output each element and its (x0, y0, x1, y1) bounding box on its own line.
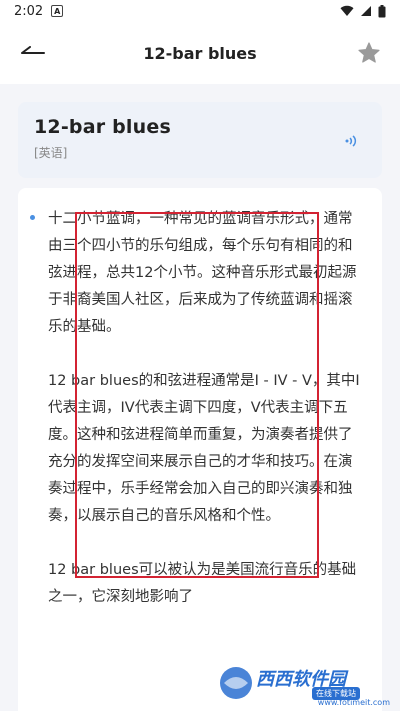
speaker-icon (345, 135, 357, 147)
bullet-dot (30, 215, 35, 220)
pronounce-button[interactable] (340, 130, 362, 152)
definition-paragraph: 12 bar blues可以被认为是美国流行音乐的基础之一，它深刻地影响了 (48, 562, 357, 605)
app-bar: 12-bar blues (0, 22, 400, 84)
word-header-card: 12-bar blues [英语] (18, 102, 382, 178)
definition-card: 十二小节蓝调，一种常见的蓝调音乐形式，通常由三个四小节的乐句组成，每个乐句有相同… (18, 188, 382, 711)
language-label: [英语] (34, 146, 68, 160)
wifi-icon (340, 5, 354, 17)
back-button[interactable] (14, 36, 52, 70)
page-title: 12-bar blues (143, 43, 257, 63)
status-icons (340, 4, 386, 18)
word-title: 12-bar blues (34, 116, 171, 138)
status-time: 2:02 (14, 3, 44, 19)
notification-icon: A (51, 5, 64, 17)
definition-paragraph: 十二小节蓝调，一种常见的蓝调音乐形式，通常由三个四小节的乐句组成，每个乐句有相同… (48, 211, 357, 335)
signal-icon (361, 6, 371, 16)
definition-paragraph: 12 bar blues的和弦进程通常是I - IV - V，其中I代表主调，I… (48, 373, 360, 524)
star-icon (358, 42, 380, 63)
back-arrow-icon (21, 46, 45, 54)
status-bar: 2:02 A (0, 0, 400, 22)
battery-icon (378, 4, 386, 17)
favorite-button[interactable] (352, 36, 386, 70)
